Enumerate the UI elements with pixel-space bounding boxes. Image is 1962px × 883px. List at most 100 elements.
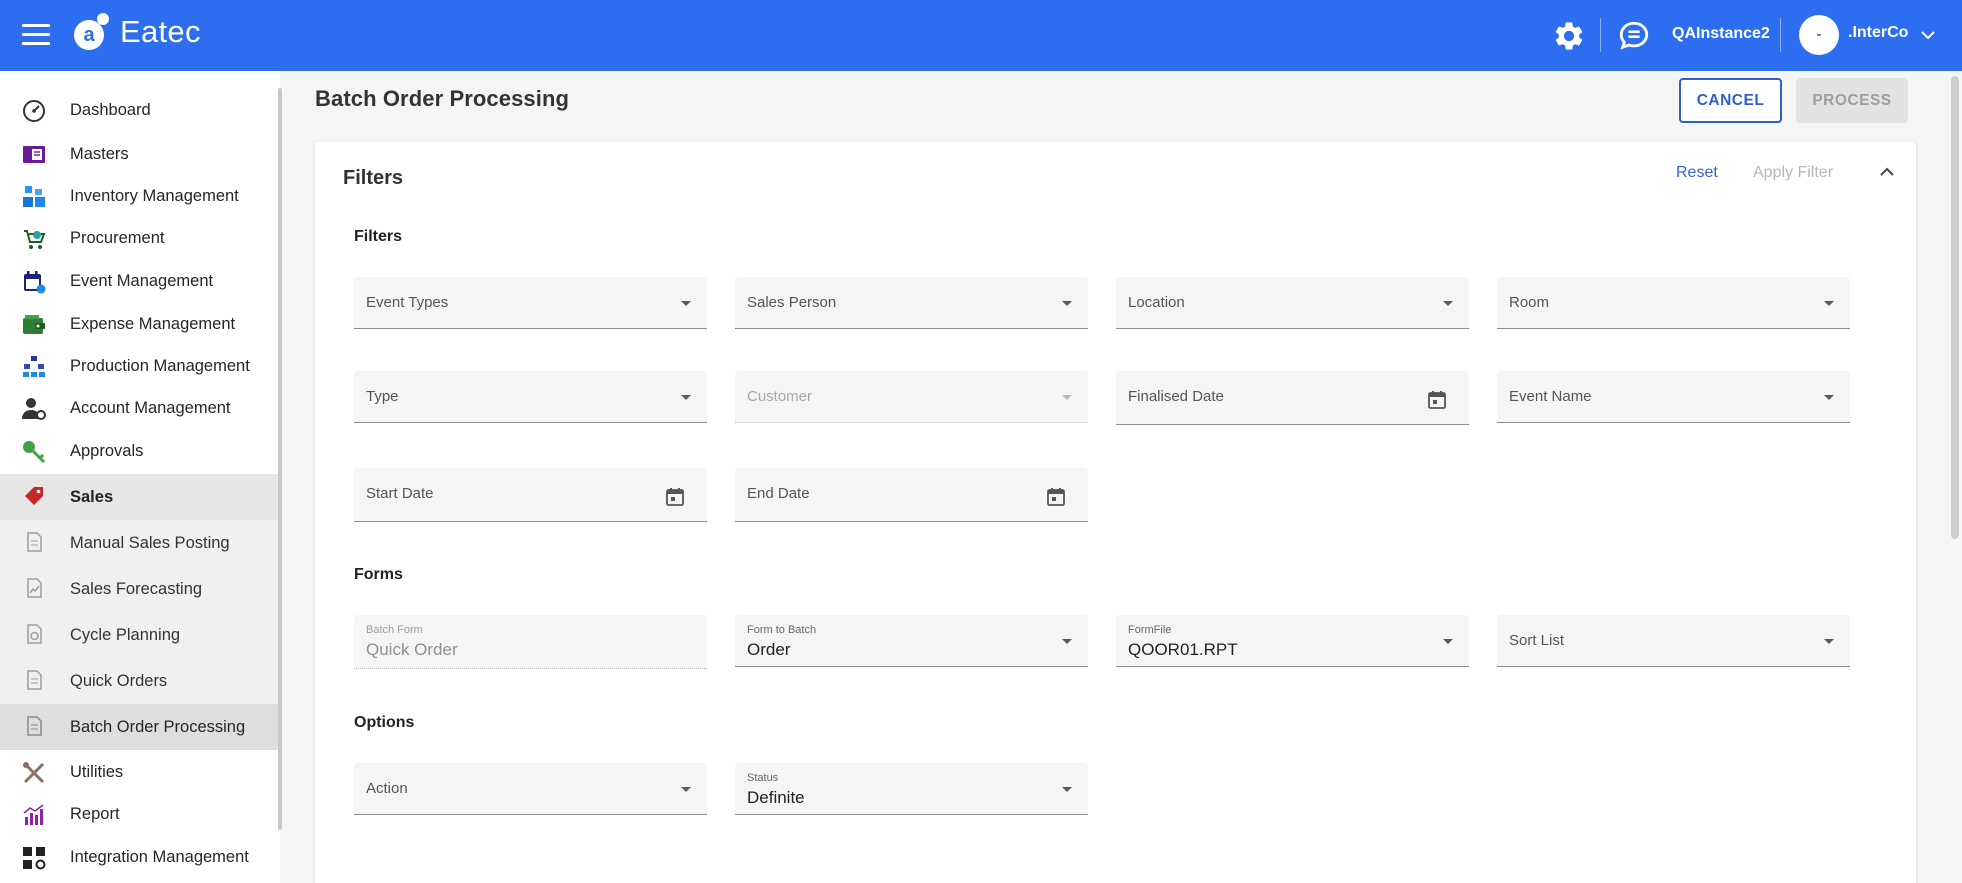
sidebar-item-label: Masters: [70, 144, 129, 163]
event-types-select[interactable]: Event Types: [354, 277, 707, 329]
sidebar-item-dashboard[interactable]: Dashboard: [0, 89, 278, 131]
field-value: Order: [747, 640, 791, 659]
sidebar-item-cycle-planning[interactable]: Cycle Planning: [0, 612, 278, 658]
avatar[interactable]: -: [1799, 15, 1839, 55]
sidebar-item-batch-order-processing[interactable]: Batch Order Processing: [0, 704, 278, 750]
sidebar-item-label: Integration Management: [70, 847, 249, 866]
form-to-batch-select[interactable]: Form to Batch Order: [735, 615, 1088, 667]
sidebar-item-integration-management[interactable]: Integration Management: [0, 836, 278, 878]
dropdown-arrow-icon: [1443, 639, 1453, 644]
sidebar-item-label: Approvals: [70, 441, 144, 460]
eatec-logo-icon: a: [74, 13, 109, 50]
approvals-key-icon: [23, 441, 46, 464]
dropdown-arrow-icon: [1824, 639, 1834, 644]
end-date-picker[interactable]: End Date: [735, 468, 1088, 522]
integration-grid-icon: [23, 847, 46, 870]
sidebar-item-label: Quick Orders: [70, 671, 168, 690]
brand-logo[interactable]: a Eatec: [72, 12, 201, 52]
sidebar-item-sales-forecasting[interactable]: Sales Forecasting: [0, 566, 278, 612]
dropdown-arrow-icon: [681, 301, 691, 306]
instance-name[interactable]: QAInstance2: [1672, 25, 1770, 43]
masters-book-icon: [23, 146, 45, 163]
sidebar-item-label: Manual Sales Posting: [70, 533, 230, 552]
messages-chat-icon[interactable]: [1617, 19, 1651, 53]
formfile-select[interactable]: FormFile QOOR01.RPT: [1116, 615, 1469, 667]
field-label: Form to Batch: [747, 624, 817, 636]
forms-section-label: Forms: [354, 566, 403, 583]
room-select[interactable]: Room: [1497, 277, 1850, 329]
svg-text:a: a: [83, 24, 95, 46]
menu-hamburger-icon[interactable]: [22, 24, 50, 46]
field-label: Event Name: [1509, 388, 1592, 405]
sidebar-item-quick-orders[interactable]: Quick Orders: [0, 658, 278, 704]
cancel-button[interactable]: CANCEL: [1679, 78, 1782, 123]
top-app-bar: a Eatec QAInstance2 - .InterCo: [0, 0, 1962, 71]
card-title: Filters: [343, 167, 404, 189]
field-label: Start Date: [366, 485, 434, 502]
calendar-icon[interactable]: [1046, 487, 1066, 507]
dashboard-gauge-icon: [23, 100, 45, 122]
field-value: QOOR01.RPT: [1128, 640, 1238, 659]
customer-select[interactable]: Customer: [735, 371, 1088, 423]
sidebar-item-production-management[interactable]: Production Management: [0, 345, 278, 387]
action-select[interactable]: Action: [354, 763, 707, 815]
chevron-up-icon[interactable]: [1877, 162, 1897, 182]
sidebar-item-expense-management[interactable]: Expense Management: [0, 303, 278, 345]
calendar-icon[interactable]: [1427, 390, 1447, 410]
sidebar-item-utilities[interactable]: Utilities: [0, 751, 278, 793]
field-value: Quick Order: [366, 640, 458, 659]
event-calendar-icon: [24, 271, 46, 294]
process-button[interactable]: PROCESS: [1796, 78, 1908, 123]
user-name[interactable]: .InterCo: [1848, 24, 1908, 42]
sidebar-item-label: Procurement: [70, 228, 165, 247]
dropdown-arrow-icon: [1062, 301, 1072, 306]
location-select[interactable]: Location: [1116, 277, 1469, 329]
apply-filter-link[interactable]: Apply Filter: [1753, 164, 1833, 182]
event-name-select[interactable]: Event Name: [1497, 371, 1850, 423]
page-title: Batch Order Processing: [315, 86, 570, 111]
document-icon: [27, 532, 42, 552]
main-scrollbar[interactable]: [1951, 76, 1959, 539]
status-select[interactable]: Status Definite: [735, 763, 1088, 815]
sales-person-select[interactable]: Sales Person: [735, 277, 1088, 329]
field-value: Definite: [747, 788, 805, 807]
sort-list-select[interactable]: Sort List: [1497, 615, 1850, 667]
procurement-cart-icon: [24, 230, 46, 249]
settings-gear-icon[interactable]: [1552, 19, 1586, 53]
sidebar-item-approvals[interactable]: Approvals: [0, 430, 278, 472]
field-label: Sales Person: [747, 294, 837, 311]
sidebar-item-label: Utilities: [70, 762, 124, 781]
chevron-down-icon[interactable]: [1920, 27, 1936, 43]
calendar-icon[interactable]: [665, 487, 685, 507]
field-label: Status: [747, 772, 779, 784]
report-chart-icon: [23, 804, 44, 825]
type-select[interactable]: Type: [354, 371, 707, 423]
sidebar-item-report[interactable]: Report: [0, 793, 278, 835]
field-label: Sort List: [1509, 632, 1565, 649]
brand-name: Eatec: [120, 14, 201, 49]
document-icon: [27, 716, 42, 736]
sidebar-item-account-management[interactable]: Account Management: [0, 387, 278, 429]
sidebar-scrollbar[interactable]: [278, 88, 282, 830]
production-hierarchy-icon: [23, 356, 45, 377]
sidebar-item-inventory[interactable]: Inventory Management: [0, 175, 278, 217]
sidebar-item-masters[interactable]: Masters: [0, 133, 278, 175]
utilities-tools-icon: [23, 762, 45, 784]
sidebar: Dashboard Masters Inventory Management P…: [0, 71, 282, 883]
sidebar-item-event-management[interactable]: Event Management: [0, 260, 278, 302]
sidebar-item-procurement[interactable]: Procurement: [0, 217, 278, 259]
sidebar-item-label: Inventory Management: [70, 186, 239, 205]
sidebar-item-sales[interactable]: Sales: [0, 474, 278, 520]
finalised-date-picker[interactable]: Finalised Date: [1116, 371, 1469, 425]
sidebar-item-manual-sales-posting[interactable]: Manual Sales Posting: [0, 520, 278, 566]
sales-tag-icon: [25, 487, 43, 505]
reset-link[interactable]: Reset: [1676, 164, 1718, 182]
dropdown-arrow-icon: [1824, 395, 1834, 400]
field-label: Customer: [747, 388, 813, 405]
dropdown-arrow-icon: [1062, 395, 1072, 400]
account-user-gear-icon: [22, 398, 46, 420]
start-date-picker[interactable]: Start Date: [354, 468, 707, 522]
field-label: Location: [1128, 294, 1185, 311]
document-icon: [27, 670, 42, 690]
sidebar-item-label: Dashboard: [70, 100, 151, 119]
